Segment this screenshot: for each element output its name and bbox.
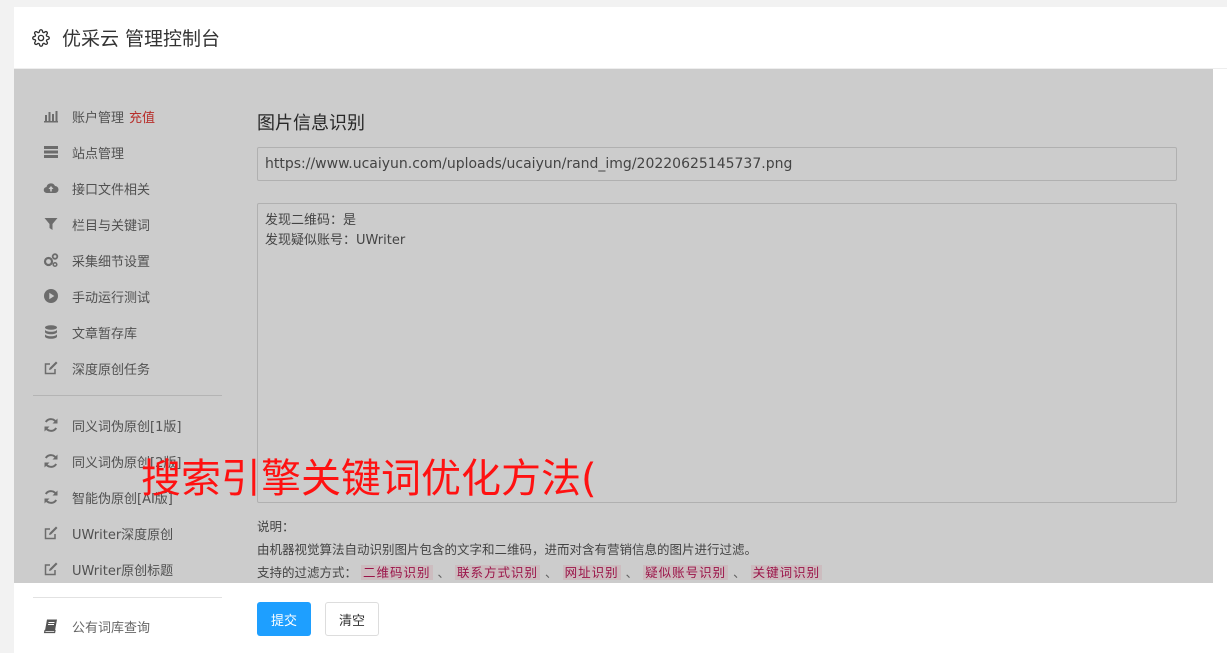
refresh-icon (43, 417, 59, 433)
sidebar-item-sites[interactable]: 站点管理 (43, 142, 124, 162)
edit-icon (43, 561, 59, 577)
image-url-input[interactable] (257, 147, 1177, 181)
sidebar-item-public-lexicon[interactable]: 公有词库查询 (43, 616, 150, 636)
notes: 说明： 由机器视觉算法自动识别图片包含的文字和二维码，进而对含有营销信息的图片进… (257, 515, 823, 584)
recharge-link[interactable]: 充值 (129, 107, 155, 126)
filter-tag: 疑似账号识别 (643, 565, 729, 580)
sidebar-item-label: 深度原创任务 (72, 362, 151, 378)
sidebar-item-label: 站点管理 (72, 146, 125, 162)
sidebar-divider (33, 597, 222, 598)
sidebar-item-label: UWriter原创标题 (72, 563, 174, 579)
sidebar-item-label: 接口文件相关 (72, 182, 151, 198)
filter-separator: 、 (625, 565, 639, 580)
sidebar-item-collect-settings[interactable]: 采集细节设置 (43, 250, 150, 270)
edit-icon (43, 525, 59, 541)
book-icon (43, 618, 59, 634)
sidebar-item-uwriter-deep[interactable]: UWriter深度原创 (43, 523, 173, 543)
refresh-icon (43, 453, 59, 469)
filter-tag: 联系方式识别 (455, 565, 541, 580)
sidebar: 账户管理 充值 站点管理 接口文件相关 栏目与关键词 采集细节设置 手动运行测试… (14, 69, 234, 653)
server-icon (43, 144, 59, 160)
filter-icon (43, 216, 59, 232)
filter-tag: 关键词识别 (750, 565, 823, 580)
sidebar-item-deep-original[interactable]: 深度原创任务 (43, 358, 150, 378)
database-icon (43, 324, 59, 340)
main-content: 图片信息识别 发现二维码：是 发现疑似账号：UWriter 说明： 由机器视觉算… (257, 69, 1187, 653)
sidebar-item-label: 同义词伪原创[1版] (72, 419, 182, 435)
result-line: 发现疑似账号：UWriter (265, 233, 406, 248)
sidebar-item-label: 采集细节设置 (72, 254, 151, 270)
sidebar-item-label: 账户管理 (72, 110, 125, 126)
sidebar-item-label: 文章暂存库 (72, 326, 138, 342)
filter-tag: 网址识别 (562, 565, 621, 580)
edit-icon (43, 360, 59, 376)
header: 优采云 管理控制台 (14, 7, 1227, 69)
result-line: 发现二维码：是 (265, 213, 357, 228)
sidebar-item-manual-run[interactable]: 手动运行测试 (43, 286, 150, 306)
play-circle-icon (43, 288, 59, 304)
sidebar-item-label: 栏目与关键词 (72, 218, 151, 234)
submit-button[interactable]: 提交 (257, 602, 311, 636)
filter-tag: 二维码识别 (361, 565, 433, 580)
sidebar-item-label: 手动运行测试 (72, 290, 151, 306)
bar-chart-icon (43, 108, 59, 124)
notes-text: 由机器视觉算法自动识别图片包含的文字和二维码，进而对含有营销信息的图片进行过滤。 (257, 542, 758, 557)
sidebar-item-synonym-v1[interactable]: 同义词伪原创[1版] (43, 415, 181, 435)
notes-label: 说明： (257, 519, 295, 534)
sidebar-item-label: UWriter深度原创 (72, 527, 174, 543)
filter-separator: 、 (437, 565, 451, 580)
app-window: 优采云 管理控制台 账户管理 充值 站点管理 接口文件相关 栏目与关键词 采集细… (14, 7, 1227, 653)
sidebar-item-article-store[interactable]: 文章暂存库 (43, 322, 137, 342)
filter-separator: 、 (545, 565, 558, 580)
filters-line: 支持的过滤方式： 二维码识别、联系方式识别、网址识别、疑似账号识别、关键词识别 (257, 561, 823, 584)
sidebar-item-account[interactable]: 账户管理 充值 (43, 106, 155, 126)
sidebar-item-api-files[interactable]: 接口文件相关 (43, 178, 150, 198)
sidebar-item-uwriter-title[interactable]: UWriter原创标题 (43, 559, 173, 579)
page-title: 优采云 管理控制台 (62, 28, 221, 50)
filters-label: 支持的过滤方式： (257, 565, 358, 580)
sidebar-item-label: 公有词库查询 (72, 620, 151, 636)
watermark-text: 搜索引擎关键词优化方法( (141, 456, 597, 502)
gears-icon (43, 252, 59, 268)
sidebar-item-columns-keywords[interactable]: 栏目与关键词 (43, 214, 150, 234)
gear-icon (32, 28, 50, 47)
cloud-upload-icon (43, 180, 59, 196)
filter-separator: 、 (733, 565, 746, 580)
refresh-icon (43, 489, 59, 505)
clear-button[interactable]: 清空 (325, 602, 379, 636)
section-title: 图片信息识别 (257, 113, 365, 134)
sidebar-divider (33, 395, 222, 396)
